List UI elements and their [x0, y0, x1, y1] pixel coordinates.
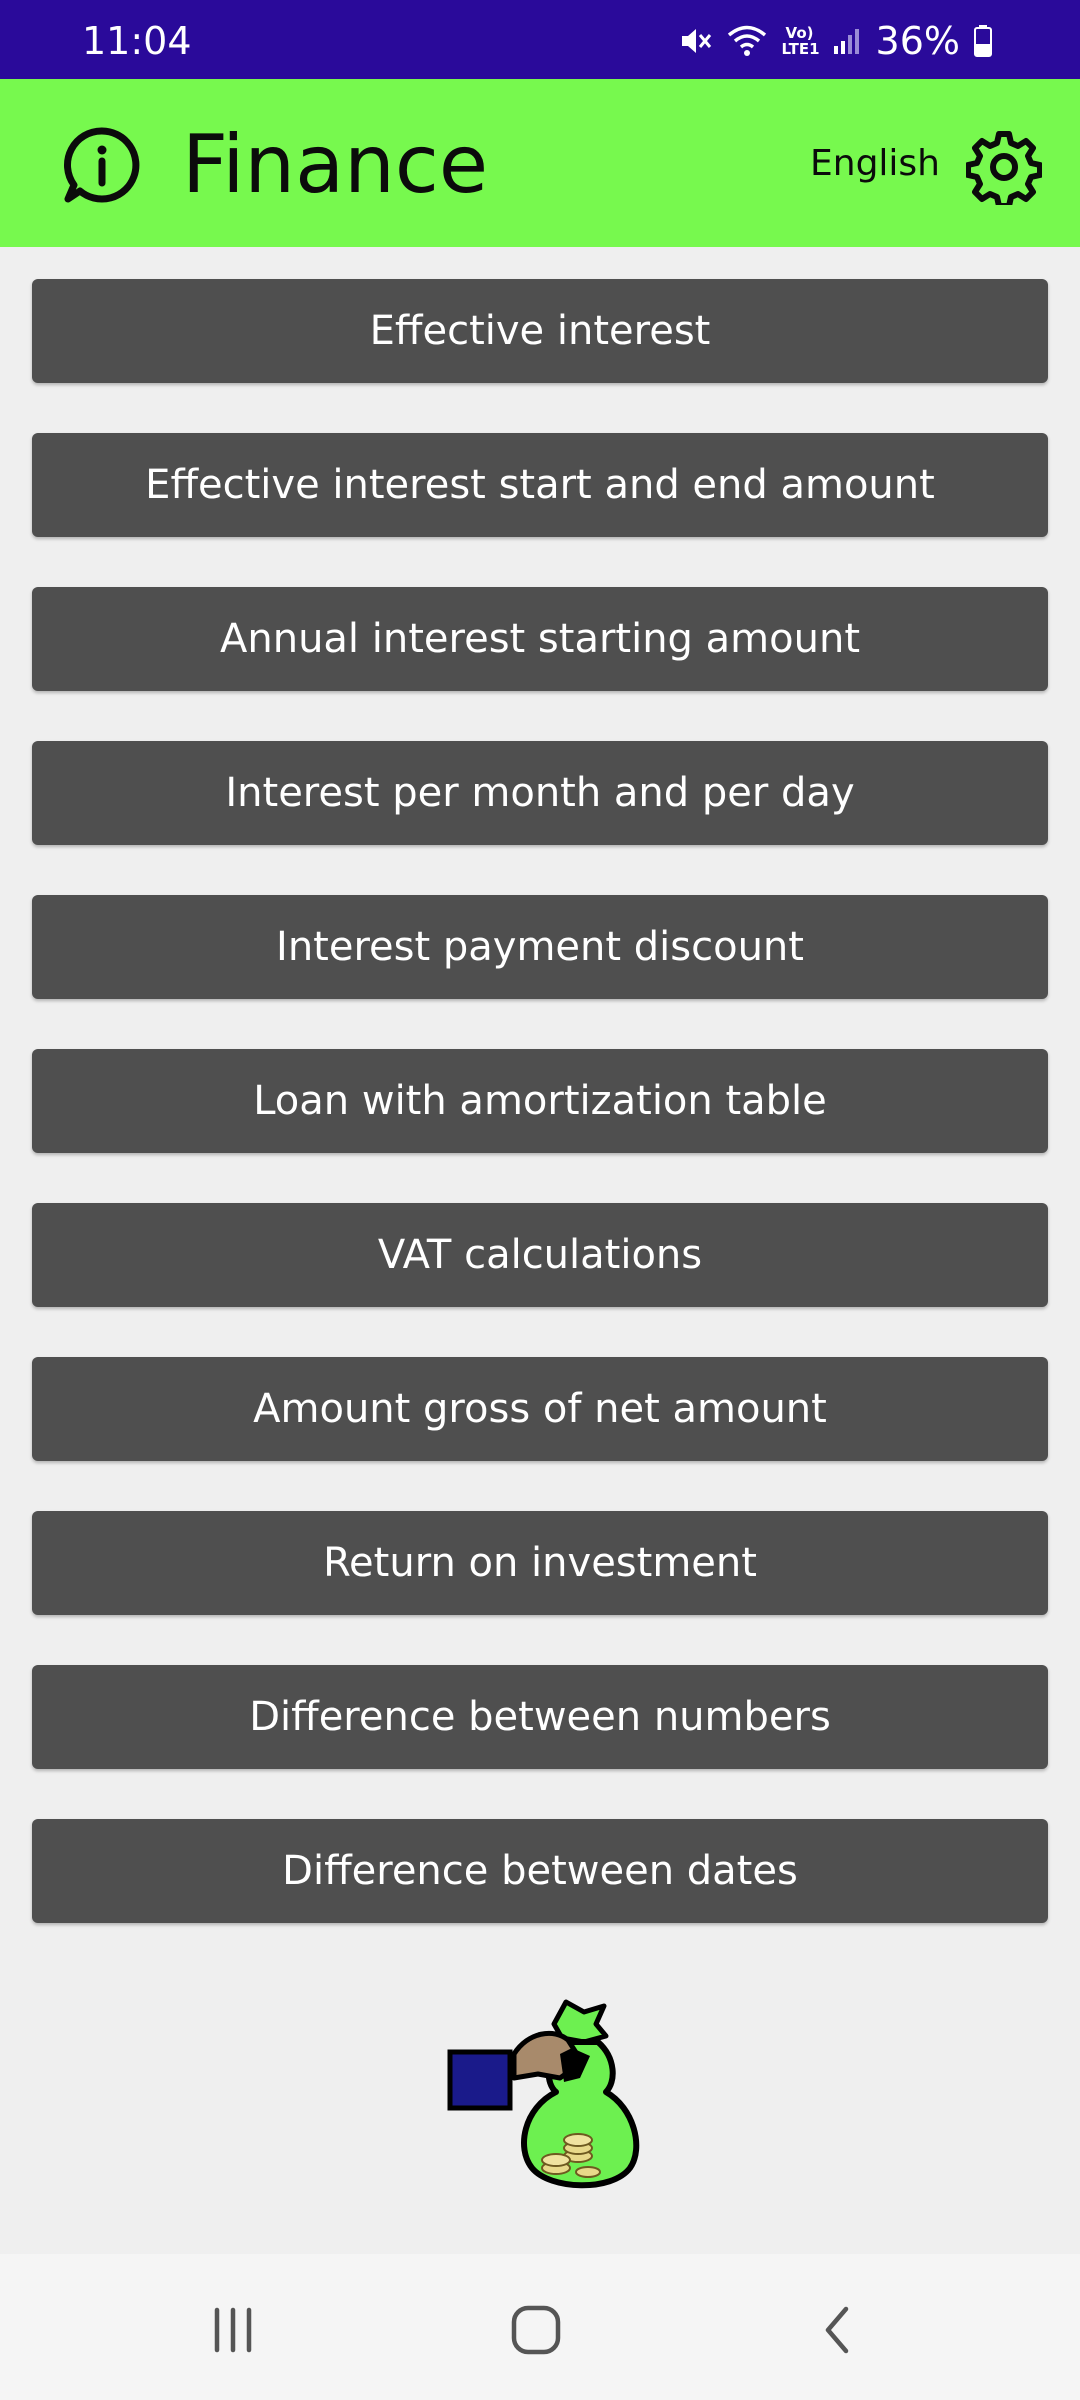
effective-interest-button[interactable]: Effective interest	[32, 279, 1048, 383]
back-button[interactable]	[798, 2290, 878, 2370]
info-button[interactable]	[56, 119, 148, 211]
wifi-icon	[727, 25, 766, 56]
interest-payment-discount-button[interactable]: Interest payment discount	[32, 895, 1048, 999]
status-time: 11:04	[82, 19, 192, 63]
gear-icon	[966, 131, 1042, 205]
settings-button[interactable]	[964, 127, 1044, 207]
app-bar: Finance English	[0, 79, 1080, 247]
network-label: Vo) LTE1	[781, 24, 820, 58]
effective-interest-start-end-button[interactable]: Effective interest start and end amount	[32, 433, 1048, 537]
status-bar: 11:04 Vo) LTE1 36%	[0, 0, 1080, 79]
battery-icon	[974, 25, 992, 57]
menu-list: Effective interest Effective interest st…	[32, 279, 1048, 1923]
money-bag-icon	[447, 1999, 640, 2189]
home-button[interactable]	[496, 2290, 576, 2370]
difference-numbers-button[interactable]: Difference between numbers	[32, 1665, 1048, 1769]
app-title: Finance	[182, 118, 489, 211]
return-on-investment-button[interactable]: Return on investment	[32, 1511, 1048, 1615]
vat-calculations-button[interactable]: VAT calculations	[32, 1203, 1048, 1307]
mute-icon	[681, 29, 711, 53]
loan-amortization-button[interactable]: Loan with amortization table	[32, 1049, 1048, 1153]
recent-apps-button[interactable]	[193, 2290, 273, 2370]
back-icon	[825, 2306, 849, 2354]
navigation-bar	[0, 2254, 1080, 2400]
info-icon	[64, 127, 140, 203]
annual-interest-button[interactable]: Annual interest starting amount	[32, 587, 1048, 691]
language-selector[interactable]: English	[810, 139, 940, 189]
status-icons: Vo) LTE1 36%	[678, 18, 992, 64]
home-icon	[511, 2305, 561, 2355]
battery-percent: 36%	[875, 19, 960, 63]
interest-month-day-button[interactable]: Interest per month and per day	[32, 741, 1048, 845]
signal-icon	[833, 29, 859, 54]
money-bag-illustration	[446, 1998, 646, 2194]
amount-gross-net-button[interactable]: Amount gross of net amount	[32, 1357, 1048, 1461]
difference-dates-button[interactable]: Difference between dates	[32, 1819, 1048, 1923]
recent-apps-icon	[214, 2307, 252, 2353]
